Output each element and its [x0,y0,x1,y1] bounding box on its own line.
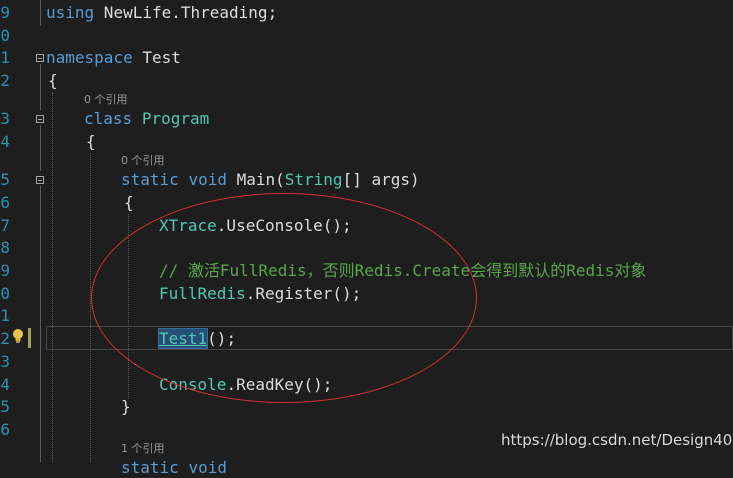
line-number: 2 [0,329,10,348]
line-number: 3 [0,352,10,371]
line-number: 9 [0,261,10,280]
outline-line [40,64,41,110]
line-number: 1 [0,48,10,67]
lightbulb-icon[interactable] [11,328,25,344]
code-line-using[interactable]: using NewLife.Threading; [46,3,277,23]
codelens-references[interactable]: 0 个引用 [121,154,165,168]
line-number: 3 [0,109,10,128]
line-number: 9 [0,3,10,22]
line-number: 4 [0,375,10,394]
code-editor[interactable]: 9 0 1 2 3 4 5 6 7 8 9 0 1 2 3 4 5 6 usin… [0,0,733,477]
code-text: [] args) [342,170,420,189]
line-number: 4 [0,132,10,151]
code-line-brace[interactable]: { [48,71,58,91]
method-name: Main( [226,170,285,189]
code-line-brace[interactable]: } [121,397,131,417]
codelens-references[interactable]: 0 个引用 [84,93,128,107]
codelens-references[interactable]: 1 个引用 [121,442,165,456]
outline-line [40,0,41,26]
line-number: 2 [0,71,10,90]
keyword: static [121,170,179,189]
fold-toggle-class[interactable] [36,115,44,123]
class-name: Program [141,109,210,128]
outline-line [40,125,41,171]
keyword: using [46,3,95,22]
code-line-main[interactable]: static void Main(String[] args) [121,170,420,190]
annotation-ellipse [91,193,477,403]
code-line-class[interactable]: class Program [84,109,209,129]
outline-line [40,186,41,462]
code-line-namespace[interactable]: namespace Test [46,48,181,68]
line-number: 6 [0,420,10,439]
line-number: 0 [0,26,10,45]
keyword: void [188,170,227,189]
watermark: https://blog.csdn.net/Design407 [501,431,733,449]
line-number: 7 [0,216,10,235]
code-line-brace[interactable]: { [124,193,134,213]
line-number: 6 [0,193,10,212]
code-text: Test [132,48,181,67]
code-line-brace[interactable]: { [86,132,96,152]
code-line-partial[interactable]: static void [121,458,227,478]
line-number: 1 [0,306,10,325]
line-number: 5 [0,170,10,189]
change-indicator-bar [28,328,31,348]
fold-toggle-main[interactable] [36,176,44,184]
keyword: class [84,109,133,128]
keyword: static [121,458,179,477]
type-name: String [284,170,343,189]
keyword: void [188,458,227,477]
line-number: 0 [0,284,10,303]
keyword: namespace [46,48,133,67]
fold-toggle-namespace[interactable] [36,54,44,62]
code-text: NewLife.Threading; [94,3,278,22]
line-number: 5 [0,397,10,416]
line-number: 8 [0,238,10,257]
indent-guide [52,92,53,462]
